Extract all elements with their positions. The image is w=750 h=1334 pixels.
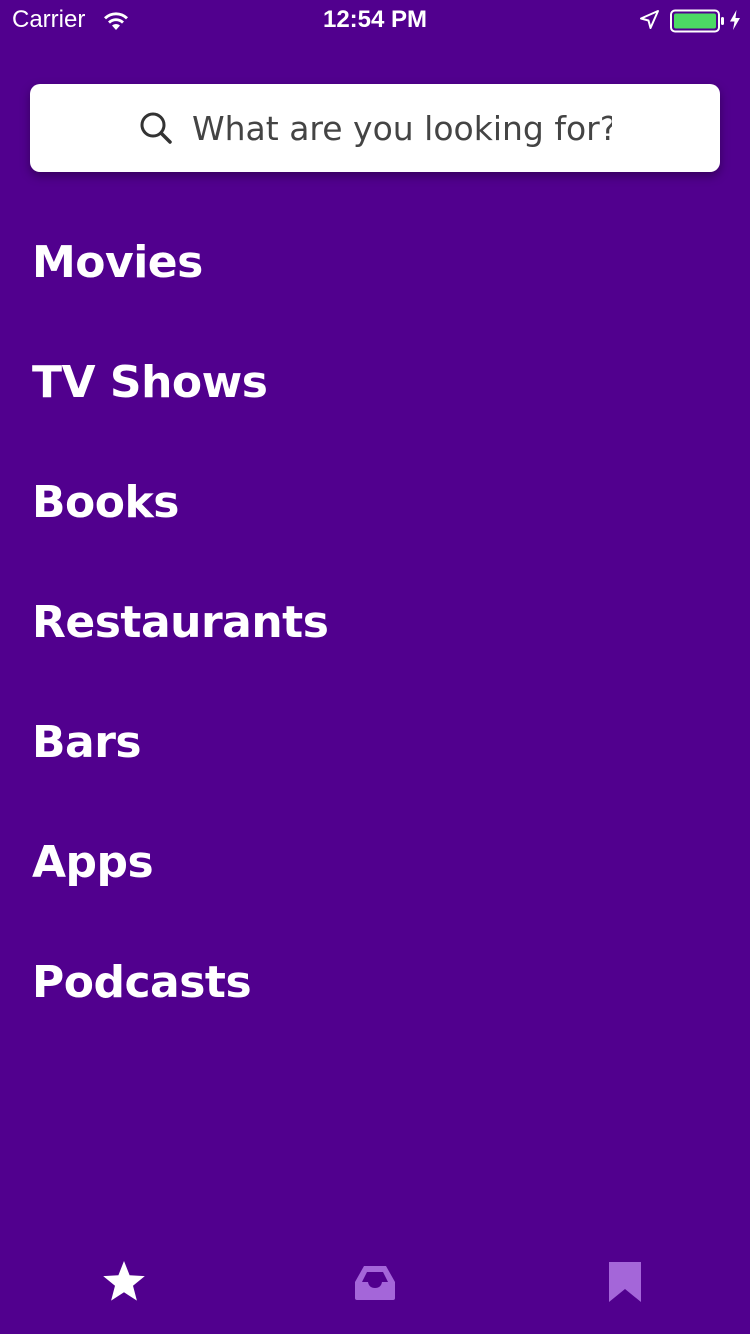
tab-favorites[interactable] <box>100 1258 148 1306</box>
category-list: Movies TV Shows Books Restaurants Bars A… <box>0 203 750 1043</box>
tab-bar <box>0 1236 750 1334</box>
category-item-bars[interactable]: Bars <box>0 683 750 803</box>
battery-icon <box>670 9 724 33</box>
tab-bookmarks[interactable] <box>601 1258 649 1306</box>
charging-bolt-icon <box>730 10 740 30</box>
category-item-apps[interactable]: Apps <box>0 803 750 923</box>
search-bar[interactable] <box>30 84 720 172</box>
category-item-movies[interactable]: Movies <box>0 203 750 323</box>
inbox-icon <box>355 1266 395 1300</box>
category-item-tv-shows[interactable]: TV Shows <box>0 323 750 443</box>
category-item-books[interactable]: Books <box>0 443 750 563</box>
status-bar: Carrier 12:54 PM <box>0 0 750 40</box>
location-arrow-icon <box>640 10 659 29</box>
category-item-restaurants[interactable]: Restaurants <box>0 563 750 683</box>
bookmark-icon <box>609 1262 641 1302</box>
search-input[interactable] <box>192 108 612 148</box>
tab-inbox[interactable] <box>351 1258 399 1306</box>
star-icon <box>103 1261 145 1301</box>
search-icon <box>140 112 172 144</box>
screen: Carrier 12:54 PM Movies TV Shows Books <box>0 0 750 1334</box>
category-item-podcasts[interactable]: Podcasts <box>0 923 750 1043</box>
